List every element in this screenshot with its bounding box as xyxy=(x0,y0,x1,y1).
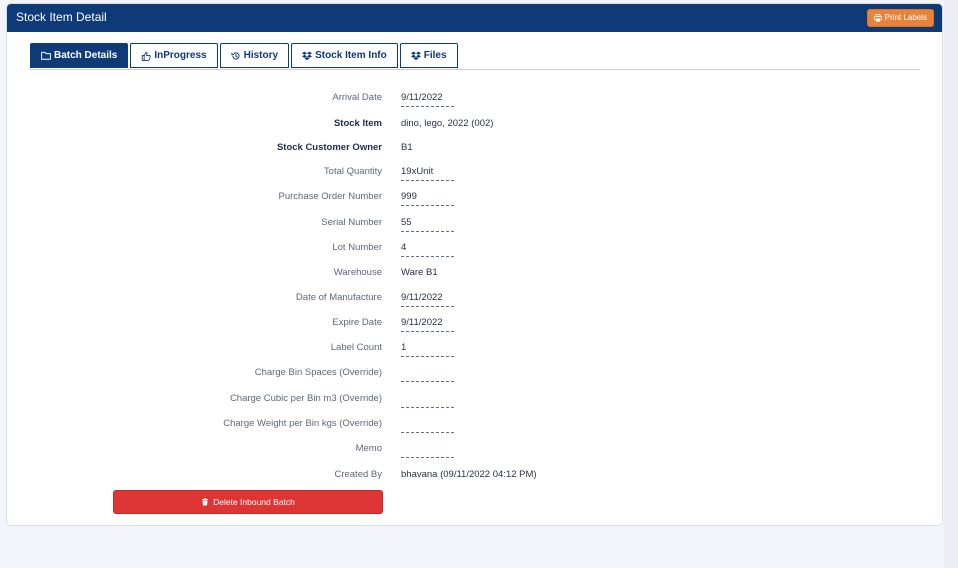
field-label: Arrival Date xyxy=(332,92,382,103)
charge-cubic-per-bin-editable[interactable] xyxy=(401,393,454,408)
stock-item-value: dino, lego, 2022 (002) xyxy=(401,118,494,129)
created-by-value: bhavana (09/11/2022 04:12 PM) xyxy=(401,469,537,480)
field-row-serial-number: Serial Number 55 xyxy=(7,215,942,232)
expire-date-editable[interactable]: 9/11/2022 xyxy=(401,317,454,332)
field-label: Charge Cubic per Bin m3 (Override) xyxy=(229,393,382,404)
print-labels-label: Print Labels xyxy=(884,13,927,22)
tab-label: InProgress xyxy=(154,50,207,61)
stock-customer-owner-value: B1 xyxy=(401,142,413,153)
card-header: Stock Item Detail Print Labels xyxy=(7,4,942,32)
field-row-stock-item: Stock Item dino, lego, 2022 (002) xyxy=(7,116,942,132)
field-row-label-count: Label Count 1 xyxy=(7,340,942,357)
tab-files[interactable]: Files xyxy=(399,43,458,68)
field-row-stock-customer-owner: Stock Customer Owner B1 xyxy=(7,140,942,156)
thumbs-up-icon xyxy=(142,51,152,61)
field-row-warehouse: Warehouse Ware B1 xyxy=(7,265,942,281)
field-row-expire-date: Expire Date 9/11/2022 xyxy=(7,315,942,332)
field-label: Stock Item xyxy=(333,118,382,129)
field-label: Lot Number xyxy=(332,242,382,253)
date-of-manufacture-editable[interactable]: 9/11/2022 xyxy=(401,292,454,307)
tab-stock-item-info[interactable]: Stock Item Info xyxy=(291,43,398,68)
field-label: Serial Number xyxy=(321,217,382,228)
tab-batch-details[interactable]: Batch Details xyxy=(30,43,129,68)
page-title: Stock Item Detail xyxy=(16,10,107,24)
print-labels-button[interactable]: Print Labels xyxy=(866,9,934,27)
warehouse-value: Ware B1 xyxy=(401,267,438,278)
field-row-date-of-manufacture: Date of Manufacture 9/11/2022 xyxy=(7,290,942,307)
history-icon xyxy=(231,51,240,60)
field-label: Label Count xyxy=(330,342,382,353)
lot-number-editable[interactable]: 4 xyxy=(401,242,454,257)
label-count-editable[interactable]: 1 xyxy=(401,342,454,357)
field-row-total-quantity: Total Quantity 19xUnit xyxy=(7,164,942,181)
page: Stock Item Detail Print Labels Batch Det… xyxy=(0,0,958,568)
tab-label: Batch Details xyxy=(54,50,118,61)
field-row-charge-cubic-per-bin: Charge Cubic per Bin m3 (Override) xyxy=(7,391,942,408)
field-row-lot-number: Lot Number 4 xyxy=(7,240,942,257)
field-label: Charge Bin Spaces (Override) xyxy=(254,367,382,378)
tab-label: Stock Item Info xyxy=(315,50,387,61)
field-label: Memo xyxy=(355,443,382,454)
field-row-charge-weight-per-bin: Charge Weight per Bin kgs (Override) xyxy=(7,416,942,433)
stock-item-detail-card: Stock Item Detail Print Labels Batch Det… xyxy=(6,3,943,526)
tab-label: History xyxy=(243,50,279,61)
field-label: Stock Customer Owner xyxy=(276,142,382,153)
field-label: Date of Manufacture xyxy=(295,292,382,303)
field-row-created-by: Created By bhavana (09/11/2022 04:12 PM) xyxy=(7,467,942,483)
field-row-purchase-order-number: Purchase Order Number 999 xyxy=(7,189,942,206)
tab-history[interactable]: History xyxy=(219,43,290,68)
tab-label: Files xyxy=(423,50,447,61)
trash-icon xyxy=(202,498,209,506)
memo-editable[interactable] xyxy=(401,443,454,458)
delete-inbound-batch-label: Delete Inbound Batch xyxy=(213,497,295,507)
dropbox-icon xyxy=(302,51,313,60)
delete-inbound-batch-button[interactable]: Delete Inbound Batch xyxy=(113,490,383,514)
arrival-date-editable[interactable]: 9/11/2022 xyxy=(401,92,454,107)
field-label: Warehouse xyxy=(333,267,382,278)
field-label: Created By xyxy=(334,469,382,480)
folder-icon xyxy=(41,51,51,60)
tab-bar: Batch Details InProgress History Stock I… xyxy=(30,43,920,70)
scrollbar-track[interactable] xyxy=(944,0,958,568)
purchase-order-number-editable[interactable]: 999 xyxy=(401,191,454,206)
charge-weight-per-bin-editable[interactable] xyxy=(401,418,454,433)
field-label: Charge Weight per Bin kgs (Override) xyxy=(223,418,382,429)
field-label: Expire Date xyxy=(332,317,382,328)
total-quantity-editable[interactable]: 19xUnit xyxy=(401,166,454,181)
tab-inprogress[interactable]: InProgress xyxy=(130,43,218,68)
printer-icon xyxy=(873,14,882,22)
field-row-memo: Memo xyxy=(7,441,942,458)
field-label: Total Quantity xyxy=(323,166,382,177)
field-label: Purchase Order Number xyxy=(278,191,382,202)
field-row-charge-bin-spaces: Charge Bin Spaces (Override) xyxy=(7,365,942,382)
dropbox-icon xyxy=(410,51,421,60)
serial-number-editable[interactable]: 55 xyxy=(401,217,454,232)
field-row-arrival-date: Arrival Date 9/11/2022 xyxy=(7,90,942,107)
charge-bin-spaces-editable[interactable] xyxy=(401,367,454,382)
